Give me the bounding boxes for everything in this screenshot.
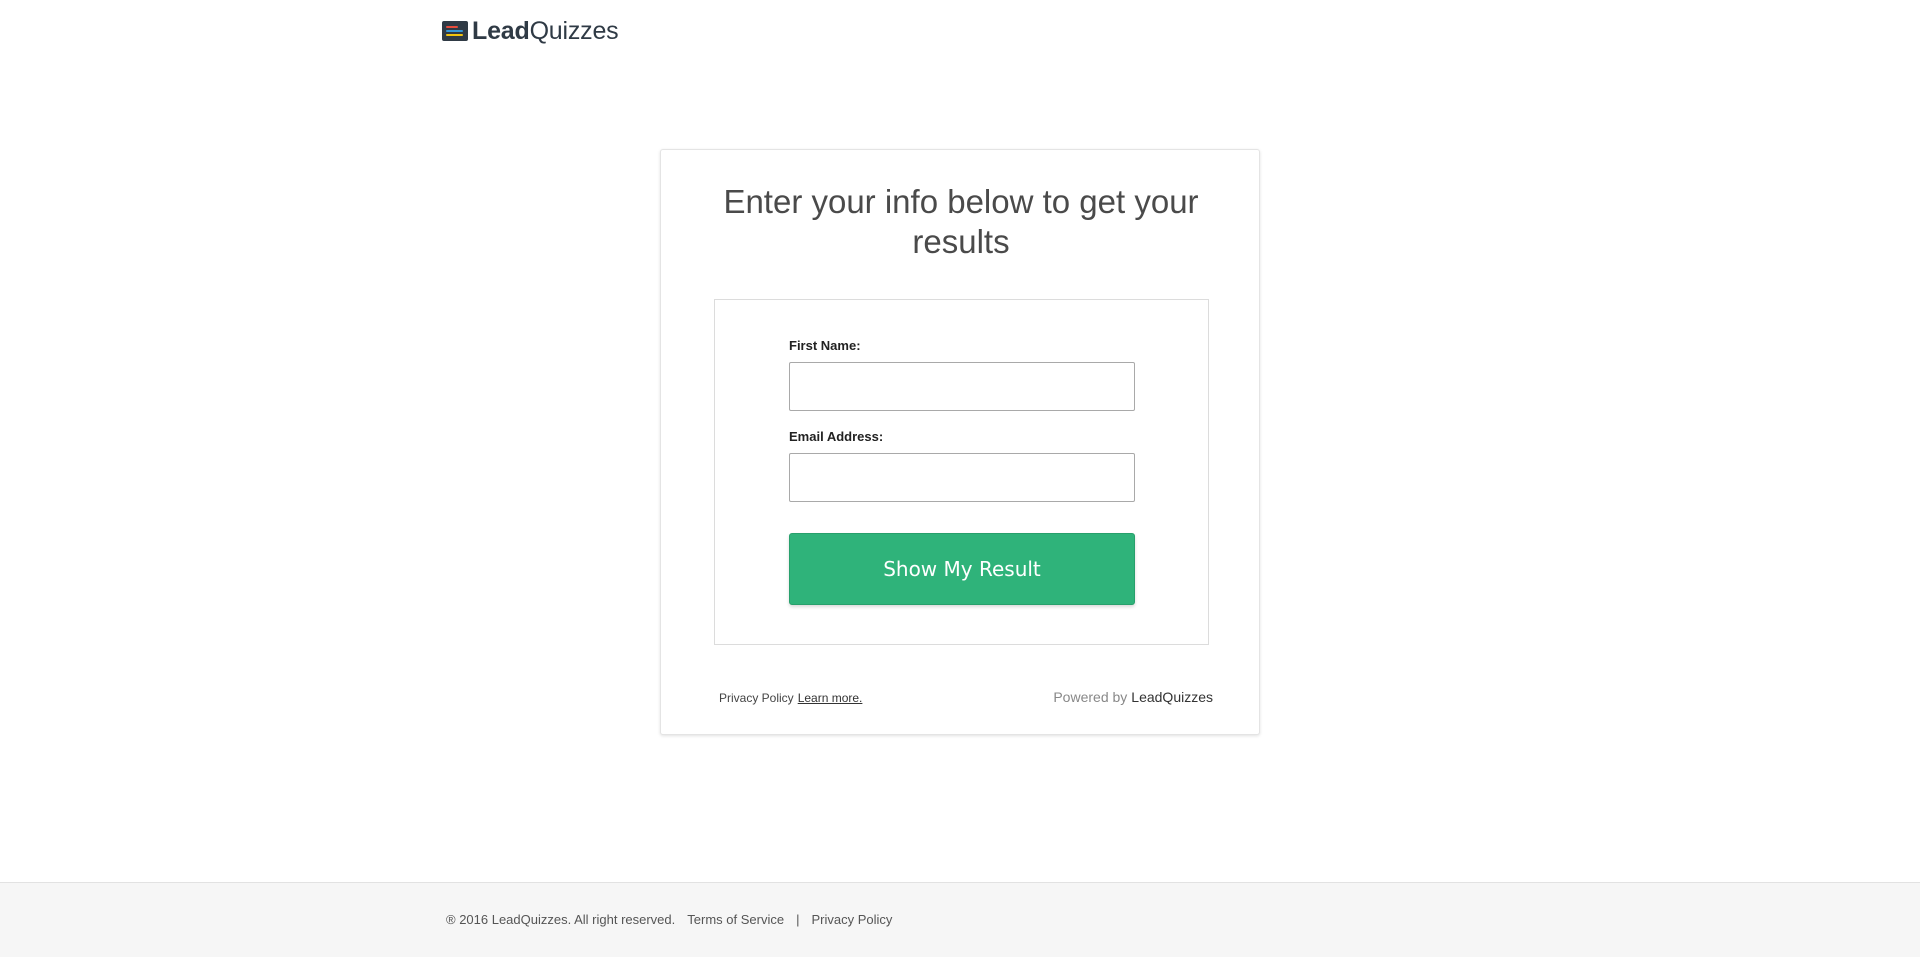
site-footer: ® 2016 LeadQuizzes. All right reserved. … xyxy=(0,882,1920,957)
logo-text-lead: Lead xyxy=(472,17,530,45)
email-label: Email Address: xyxy=(789,429,884,444)
powered-by-brand-link[interactable]: LeadQuizzes xyxy=(1131,689,1213,705)
privacy-policy-text: Privacy Policy xyxy=(719,691,794,705)
logo-text: LeadQuizzes xyxy=(472,16,619,46)
logo-bar xyxy=(446,34,463,36)
results-card: Enter your info below to get your result… xyxy=(660,149,1260,735)
logo-bar xyxy=(446,26,458,28)
lead-form: First Name: Email Address: Show My Resul… xyxy=(714,299,1209,645)
learn-more-link[interactable]: Learn more. xyxy=(798,691,863,705)
site-header: LeadQuizzes xyxy=(442,16,619,46)
first-name-label: First Name: xyxy=(789,338,861,353)
powered-by: Powered by LeadQuizzes xyxy=(1053,689,1213,705)
quiz-stack-icon xyxy=(442,21,468,41)
powered-by-text: Powered by xyxy=(1053,689,1128,705)
logo-link[interactable]: LeadQuizzes xyxy=(442,16,619,46)
email-input[interactable] xyxy=(789,453,1135,502)
footer-links: ® 2016 LeadQuizzes. All right reserved. … xyxy=(446,912,892,927)
terms-of-service-link[interactable]: Terms of Service xyxy=(687,912,784,927)
first-name-input[interactable] xyxy=(789,362,1135,411)
card-title: Enter your info below to get your result… xyxy=(723,183,1199,260)
logo-text-quizzes: Quizzes xyxy=(529,17,619,45)
show-my-result-button[interactable]: Show My Result xyxy=(789,533,1135,605)
privacy-notice: Privacy Policy Learn more. xyxy=(719,691,862,705)
page: LeadQuizzes Enter your info below to get… xyxy=(0,0,1920,957)
privacy-policy-link[interactable]: Privacy Policy xyxy=(811,912,892,927)
footer-separator: | xyxy=(796,912,800,927)
logo-bar xyxy=(446,30,463,32)
copyright-text: ® 2016 LeadQuizzes. All right reserved. xyxy=(446,912,676,927)
